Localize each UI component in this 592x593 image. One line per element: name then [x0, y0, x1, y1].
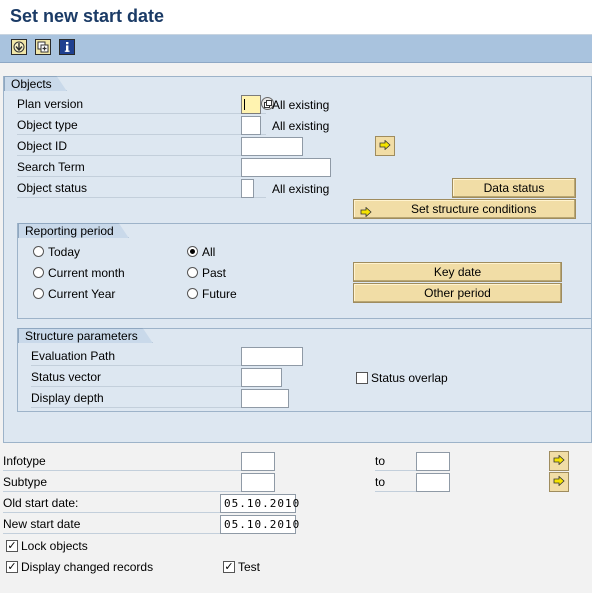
- infotype-to-label: to: [375, 452, 420, 471]
- title-bar: Set new start date: [0, 0, 592, 35]
- structure-parameters-tab-label: Structure parameters: [18, 328, 153, 343]
- radio-all-label: All: [202, 245, 216, 259]
- arrow-right-icon: [553, 475, 565, 489]
- subtype-to-field[interactable]: [416, 473, 450, 492]
- copy-selection-icon: [37, 41, 49, 53]
- application-toolbar: [0, 35, 592, 63]
- search-term-label: Search Term: [17, 158, 266, 177]
- radio-current-year[interactable]: [33, 288, 44, 299]
- execute-button[interactable]: [11, 39, 27, 55]
- display-changed-records-checkbox[interactable]: ✓: [6, 561, 18, 573]
- new-start-date-label: New start date: [3, 515, 223, 534]
- object-status-label: Object status: [17, 179, 266, 198]
- old-start-date-field[interactable]: 05.10.2010: [220, 494, 299, 513]
- other-period-button[interactable]: Other period: [353, 283, 562, 303]
- radio-future[interactable]: [187, 288, 198, 299]
- old-start-date-label: Old start date:: [3, 494, 223, 513]
- evaluation-path-field[interactable]: [241, 347, 303, 366]
- radio-current-month[interactable]: [33, 267, 44, 278]
- search-term-field[interactable]: [241, 158, 331, 177]
- infotype-multiple-selection-button[interactable]: [549, 451, 569, 471]
- set-structure-conditions-label: Set structure conditions: [411, 202, 537, 216]
- infotype-label: Infotype: [3, 452, 266, 471]
- evaluation-path-label: Evaluation Path: [31, 347, 266, 366]
- radio-today[interactable]: [33, 246, 44, 257]
- object-type-label: Object type: [17, 116, 266, 135]
- radio-future-label: Future: [202, 287, 237, 301]
- object-type-note: All existing: [272, 119, 330, 133]
- test-label: Test: [238, 560, 261, 574]
- object-id-field[interactable]: [241, 137, 303, 156]
- info-icon: [61, 41, 73, 53]
- object-type-field[interactable]: [241, 116, 261, 135]
- lock-objects-label: Lock objects: [21, 539, 88, 553]
- page-title: Set new start date: [10, 6, 165, 26]
- arrow-right-icon: [360, 204, 372, 222]
- radio-today-label: Today: [48, 245, 81, 259]
- infotype-to-field[interactable]: [416, 452, 450, 471]
- arrow-right-icon: [553, 454, 565, 468]
- radio-past[interactable]: [187, 267, 198, 278]
- status-overlap-checkbox[interactable]: [356, 372, 368, 384]
- display-depth-field[interactable]: [241, 389, 289, 408]
- plan-version-field[interactable]: [241, 95, 261, 114]
- arrow-right-icon: [379, 139, 391, 153]
- status-vector-label: Status vector: [31, 368, 266, 387]
- object-status-field[interactable]: [241, 179, 254, 198]
- radio-all[interactable]: [187, 246, 198, 257]
- test-checkbox[interactable]: ✓: [223, 561, 235, 573]
- plan-version-note: All existing: [272, 98, 330, 112]
- subtype-to-label: to: [375, 473, 420, 492]
- execute-icon: [13, 41, 25, 53]
- objects-tab-label: Objects: [4, 76, 67, 91]
- copy-selection-button[interactable]: [35, 39, 51, 55]
- subtype-label: Subtype: [3, 473, 266, 492]
- info-button[interactable]: [59, 39, 75, 55]
- radio-current-year-label: Current Year: [48, 287, 116, 301]
- new-start-date-field[interactable]: 05.10.2010: [220, 515, 299, 534]
- subtype-from-field[interactable]: [241, 473, 275, 492]
- object-id-label: Object ID: [17, 137, 266, 156]
- radio-current-month-label: Current month: [48, 266, 125, 280]
- lock-objects-checkbox[interactable]: ✓: [6, 540, 18, 552]
- key-date-button[interactable]: Key date: [353, 262, 562, 282]
- status-overlap-label: Status overlap: [371, 371, 448, 385]
- object-status-note: All existing: [272, 182, 330, 196]
- value-help-icon: [263, 97, 272, 111]
- infotype-from-field[interactable]: [241, 452, 275, 471]
- display-changed-records-label: Display changed records: [21, 560, 154, 574]
- radio-past-label: Past: [202, 266, 227, 280]
- object-id-multiple-selection-button[interactable]: [375, 136, 395, 156]
- reporting-period-tab-label: Reporting period: [18, 223, 129, 238]
- plan-version-label: Plan version: [17, 95, 266, 114]
- subtype-multiple-selection-button[interactable]: [549, 472, 569, 492]
- display-depth-label: Display depth: [31, 389, 266, 408]
- set-structure-conditions-button[interactable]: Set structure conditions: [353, 199, 576, 219]
- data-status-button[interactable]: Data status: [452, 178, 576, 198]
- status-vector-field[interactable]: [241, 368, 282, 387]
